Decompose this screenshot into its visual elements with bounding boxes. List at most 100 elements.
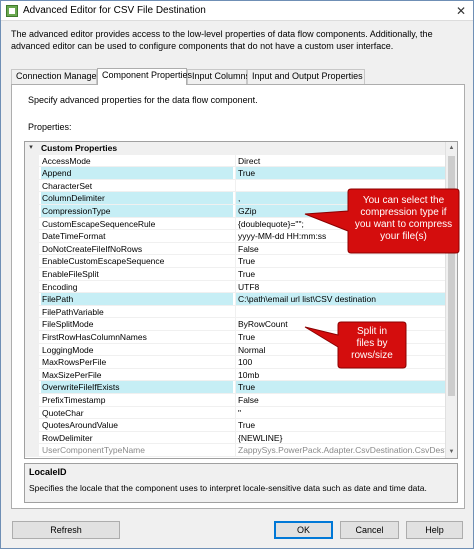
property-value[interactable]: " — [235, 406, 446, 419]
close-button[interactable]: ✕ — [453, 4, 469, 18]
row-gutter — [25, 419, 39, 431]
row-gutter — [25, 205, 39, 217]
property-description-title: LocaleID — [29, 467, 67, 477]
property-row[interactable]: UserComponentTypeName ZappySys.PowerPack.… — [25, 444, 446, 457]
row-gutter — [25, 343, 39, 356]
property-value[interactable]: True — [235, 268, 446, 280]
scroll-up-icon[interactable]: ▲ — [446, 142, 457, 154]
property-name: RowDelimiter — [42, 432, 93, 443]
property-row[interactable]: OverwriteFileIfExists True — [25, 381, 446, 394]
property-name: LoggingMode — [42, 344, 94, 355]
property-name: UserComponentTypeName — [42, 445, 145, 456]
compression-callout-line: You can select the — [362, 195, 445, 206]
property-value[interactable]: C:\path\email url list\CSV destination — [235, 293, 446, 305]
property-value[interactable]: True — [235, 255, 446, 267]
property-row[interactable]: Encoding UTF8 — [25, 280, 446, 294]
property-row[interactable]: RowDelimiter {NEWLINE} — [25, 431, 446, 445]
row-gutter — [25, 305, 39, 318]
refresh-button[interactable]: Refresh — [12, 521, 120, 539]
title-bar: Advanced Editor for CSV File Destination… — [1, 1, 473, 21]
property-name: DateTimeFormat — [42, 231, 106, 242]
property-row[interactable]: AccessMode Direct — [25, 154, 446, 168]
property-value[interactable]: True — [235, 381, 446, 393]
advanced-editor-window: Advanced Editor for CSV File Destination… — [0, 0, 474, 549]
cancel-button[interactable]: Cancel — [340, 521, 399, 539]
tab-connection-managers[interactable]: Connection Managers — [11, 69, 104, 84]
row-gutter — [25, 431, 39, 444]
property-name: DoNotCreateFileIfNoRows — [42, 243, 143, 254]
property-row[interactable]: PrefixTimestamp False — [25, 394, 446, 407]
property-name: MaxRowsPerFile — [42, 357, 107, 368]
row-gutter — [25, 280, 39, 293]
property-name: FileSplitMode — [42, 319, 94, 330]
tab-component-properties[interactable]: Component Properties — [97, 68, 192, 85]
property-name: EnableCustomEscapeSequence — [42, 256, 165, 267]
property-row[interactable]: Append True — [25, 167, 446, 180]
tab-input-output-properties[interactable]: Input and Output Properties — [247, 69, 365, 84]
intro-text: The advanced editor provides access to t… — [11, 29, 433, 51]
row-gutter — [25, 179, 39, 192]
property-description-text: Specifies the locale that the component … — [29, 483, 427, 493]
property-value[interactable]: True — [235, 167, 446, 179]
row-gutter — [25, 154, 39, 167]
row-gutter — [25, 444, 39, 456]
app-icon — [6, 5, 18, 17]
property-name: FilePathVariable — [42, 306, 104, 317]
category-custom-properties[interactable]: ▾ Custom Properties — [25, 142, 446, 155]
property-row[interactable]: EnableFileSplit True — [25, 268, 446, 281]
property-value[interactable]: ZappySys.PowerPack.Adapter.CsvDestinatio… — [235, 444, 446, 456]
row-gutter — [25, 381, 39, 393]
row-gutter — [25, 242, 39, 255]
property-name: QuoteChar — [42, 407, 84, 418]
row-gutter — [25, 394, 39, 406]
properties-label: Properties: — [28, 122, 72, 132]
property-name: PrefixTimestamp — [42, 395, 106, 405]
row-gutter — [25, 192, 39, 204]
property-value[interactable]: {NEWLINE} — [235, 431, 446, 444]
property-value[interactable] — [235, 305, 446, 318]
split-callout-line: Split in — [356, 326, 387, 337]
property-name: OverwriteFileIfExists — [41, 381, 233, 393]
property-row[interactable]: FilePath C:\path\email url list\CSV desti… — [25, 293, 446, 306]
property-description-box: LocaleID Specifies the locale that the c… — [24, 463, 458, 503]
row-gutter — [25, 255, 39, 267]
property-value[interactable]: UTF8 — [235, 280, 446, 293]
property-name: Append — [41, 167, 233, 179]
category-label: Custom Properties — [41, 143, 118, 153]
row-gutter — [25, 318, 39, 330]
split-callout-line: files by — [356, 338, 388, 349]
property-value[interactable]: False — [235, 394, 446, 406]
ok-button[interactable]: OK — [274, 521, 333, 539]
split-callout-line: rows/size — [351, 350, 393, 361]
property-name: Encoding — [42, 281, 78, 292]
property-row[interactable]: QuotesAroundValue True — [25, 419, 446, 432]
row-gutter — [25, 293, 39, 305]
split-callout-text: Split in files by rows/size — [338, 326, 406, 362]
collapse-icon[interactable]: ▾ — [27, 144, 35, 152]
row-gutter — [25, 217, 39, 230]
row-gutter — [25, 268, 39, 280]
row-gutter — [25, 368, 39, 381]
property-value[interactable]: True — [235, 419, 446, 431]
help-button[interactable]: Help — [406, 521, 463, 539]
component-properties-panel: Specify advanced properties for the data… — [11, 84, 465, 509]
panel-description: Specify advanced properties for the data… — [28, 95, 258, 105]
row-gutter — [25, 167, 39, 179]
property-row[interactable]: EnableCustomEscapeSequence True — [25, 255, 446, 268]
property-name: FirstRowHasColumnNames — [42, 332, 147, 342]
tab-input-columns[interactable]: Input Columns — [187, 69, 250, 84]
compression-callout-line: compression type if — [360, 207, 447, 218]
property-name: ColumnDelimiter — [41, 192, 233, 204]
window-title: Advanced Editor for CSV File Destination — [23, 5, 206, 16]
property-name: AccessMode — [42, 155, 91, 166]
scroll-down-icon[interactable]: ▼ — [446, 446, 457, 458]
property-row[interactable]: FilePathVariable — [25, 305, 446, 319]
property-name: CharacterSet — [42, 180, 93, 191]
property-name: FilePath — [41, 293, 233, 305]
property-value[interactable]: Direct — [235, 154, 446, 167]
property-name: QuotesAroundValue — [42, 420, 118, 431]
compression-callout-line: your file(s) — [380, 231, 427, 242]
row-gutter — [25, 230, 39, 242]
property-row[interactable]: QuoteChar " — [25, 406, 446, 420]
property-name: CustomEscapeSequenceRule — [42, 218, 156, 229]
